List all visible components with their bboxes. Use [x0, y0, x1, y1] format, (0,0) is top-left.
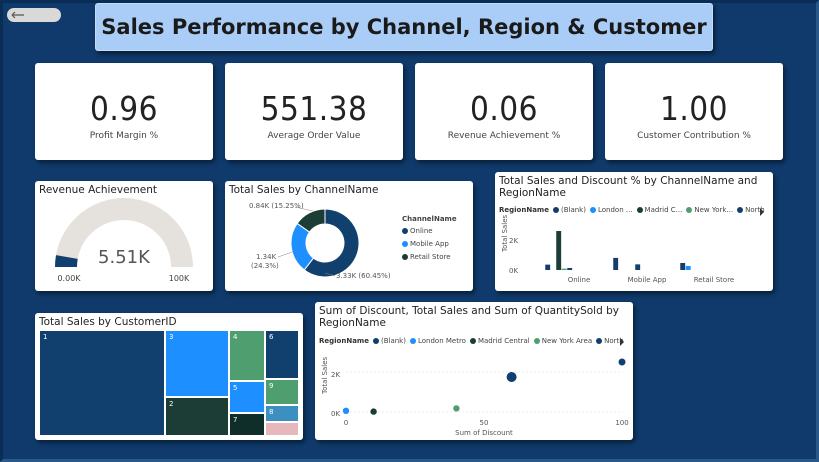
scatter-ylabel: Total Sales	[321, 356, 329, 395]
scatter-xtick: 0	[344, 419, 348, 427]
legend-item-retail[interactable]: Retail Store	[402, 253, 457, 261]
treemap-tile[interactable]: 8	[265, 405, 299, 422]
scatter-xtick: 50	[480, 419, 489, 427]
kpi-label: Customer Contribution %	[637, 131, 751, 141]
donut-legend: ChannelName Online Mobile App Retail Sto…	[402, 215, 457, 261]
scatter-point[interactable]	[453, 405, 460, 412]
treemap-tile[interactable]: 9	[265, 379, 299, 405]
scatter-point[interactable]	[618, 358, 626, 366]
bar[interactable]	[685, 265, 691, 270]
treemap-tile[interactable]: 1	[39, 330, 165, 436]
treemap-tile-label: 5	[233, 384, 238, 392]
bar[interactable]	[556, 231, 562, 270]
legend-label: Mobile App	[410, 240, 449, 248]
bar[interactable]	[613, 257, 619, 270]
treemap-tile-label: 1	[43, 333, 48, 341]
gauge-card[interactable]: Revenue Achievement 5.51K 0.00K 100K	[35, 181, 213, 291]
bar-ytick: 0K	[509, 267, 518, 275]
treemap-tile-label: 9	[269, 382, 274, 390]
treemap-tile-label: 6	[269, 333, 274, 341]
scatter-ytick: 2K	[331, 371, 340, 379]
legend-dot	[402, 241, 408, 247]
back-button[interactable]	[7, 8, 61, 22]
treemap-tile[interactable]: 4	[229, 330, 265, 381]
scatter-point[interactable]	[506, 372, 517, 382]
treemap-tile[interactable]: 6	[265, 330, 299, 379]
legend-label: Online	[410, 227, 433, 235]
back-arrow-icon	[11, 11, 24, 19]
bar-svg: Total Sales 2K 0K Online Mobile App Reta…	[501, 214, 735, 284]
bar-ylabel: Total Sales	[501, 214, 509, 253]
donut-slices	[290, 208, 360, 278]
donut-label-online: 3.33K (60.45%)	[336, 272, 391, 280]
legend-dot	[402, 254, 408, 260]
bar-xtick: Mobile App	[628, 276, 667, 284]
scatter-point[interactable]	[342, 407, 350, 414]
kpi-value: 0.96	[89, 89, 159, 128]
kpi-card-customer-contribution[interactable]: 1.00 Customer Contribution %	[605, 63, 783, 160]
bar-ytick: 2K	[509, 237, 518, 245]
kpi-label: Average Order Value	[267, 131, 361, 141]
treemap-tile[interactable]: 7	[229, 413, 265, 436]
kpi-card-average-order-value[interactable]: 551.38 Average Order Value	[225, 63, 403, 160]
bar[interactable]	[545, 264, 551, 271]
kpi-value: 551.38	[260, 89, 368, 128]
scatter-xlabel: Sum of Discount	[455, 429, 513, 437]
bar[interactable]	[680, 263, 686, 270]
page-title-bar: Sales Performance by Channel, Region & C…	[95, 3, 713, 51]
legend-label: Retail Store	[410, 253, 451, 261]
scatter-point[interactable]	[370, 408, 377, 415]
bar-marks	[545, 231, 691, 271]
page-title: Sales Performance by Channel, Region & C…	[101, 15, 707, 39]
gauge-max: 100K	[169, 274, 190, 283]
bar-chart-card[interactable]: Total Sales and Discount % by ChannelNam…	[495, 172, 773, 291]
treemap-tile-label: 7	[233, 416, 238, 424]
bar[interactable]	[561, 268, 567, 270]
treemap-tile[interactable]: 5	[229, 381, 265, 413]
treemap-tile[interactable]: 2	[165, 397, 229, 436]
kpi-value: 1.00	[659, 89, 729, 128]
bar[interactable]	[567, 267, 573, 270]
kpi-value: 0.06	[469, 89, 539, 128]
treemap-tile-label: 2	[169, 400, 174, 408]
scatter-points	[342, 358, 626, 415]
donut-label-mobile-pct: (24.3%)	[251, 262, 279, 270]
donut-legend-title: ChannelName	[402, 215, 457, 223]
gauge-fill	[55, 255, 78, 268]
bar-xtick: Online	[568, 276, 591, 284]
scatter-ytick: 0K	[331, 410, 340, 418]
bar[interactable]	[635, 264, 641, 270]
donut-label-mobile: 1.34K	[256, 253, 277, 261]
gauge-min: 0.00K	[57, 274, 81, 283]
kpi-card-profit-margin[interactable]: 0.96 Profit Margin %	[35, 63, 213, 160]
treemap-title: Total Sales by CustomerID	[39, 316, 177, 328]
scatter-card[interactable]: Sum of Discount, Total Sales and Sum of …	[315, 302, 633, 440]
gauge-svg: 5.51K 0.00K 100K	[55, 198, 193, 283]
treemap-tile[interactable]	[265, 422, 299, 436]
kpi-label: Revenue Achievement %	[447, 131, 561, 141]
treemap-tile[interactable]: 3	[165, 330, 229, 397]
legend-item-online[interactable]: Online	[402, 227, 457, 235]
bar-xtick: Retail Store	[694, 276, 735, 284]
donut-label-retail: 0.84K (15.25%)	[249, 202, 304, 210]
scatter-xtick: 100	[615, 419, 628, 427]
kpi-card-revenue-achievement[interactable]: 0.06 Revenue Achievement %	[415, 63, 593, 160]
kpi-label: Profit Margin %	[89, 131, 159, 141]
treemap-tile-label: 4	[233, 333, 238, 341]
treemap-tile-label: 8	[269, 408, 274, 416]
treemap-card[interactable]: Total Sales by CustomerID 1 3 4 6 2 5 9 …	[35, 313, 303, 440]
gauge-value: 5.51K	[98, 247, 151, 268]
scatter-svg: Total Sales 2K 0K 0 50 100 Sum of Discou…	[321, 356, 629, 437]
treemap-tile-label: 3	[169, 333, 174, 341]
legend-item-mobile[interactable]: Mobile App	[402, 240, 457, 248]
donut-card[interactable]: Total Sales by ChannelName 0.84K (15.25%…	[225, 181, 473, 291]
legend-dot	[402, 228, 408, 234]
